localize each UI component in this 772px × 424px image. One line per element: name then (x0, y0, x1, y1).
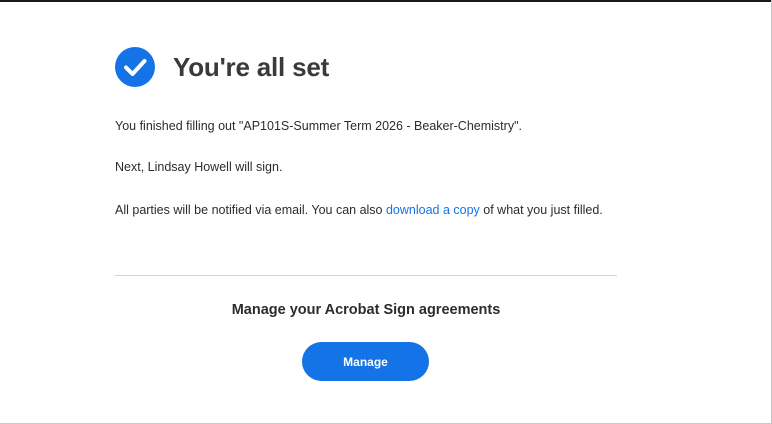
notification-prefix: All parties will be notified via email. … (115, 203, 386, 217)
completion-panel: You're all set You finished filling out … (115, 46, 617, 381)
section-divider (115, 275, 617, 276)
next-signer-message: Next, Lindsay Howell will sign. (115, 160, 283, 174)
notification-suffix: of what you just filled. (479, 203, 603, 217)
top-border (0, 0, 772, 2)
download-copy-link[interactable]: download a copy (386, 203, 480, 217)
header: You're all set (115, 46, 617, 88)
checkmark-circle-icon (115, 47, 155, 87)
page-title: You're all set (173, 51, 330, 82)
manage-heading: Manage your Acrobat Sign agreements (231, 302, 501, 318)
manage-button[interactable]: Manage (302, 342, 429, 381)
notification-message: All parties will be notified via email. … (115, 199, 617, 221)
finished-message: You finished filling out "AP101S-Summer … (115, 119, 522, 133)
